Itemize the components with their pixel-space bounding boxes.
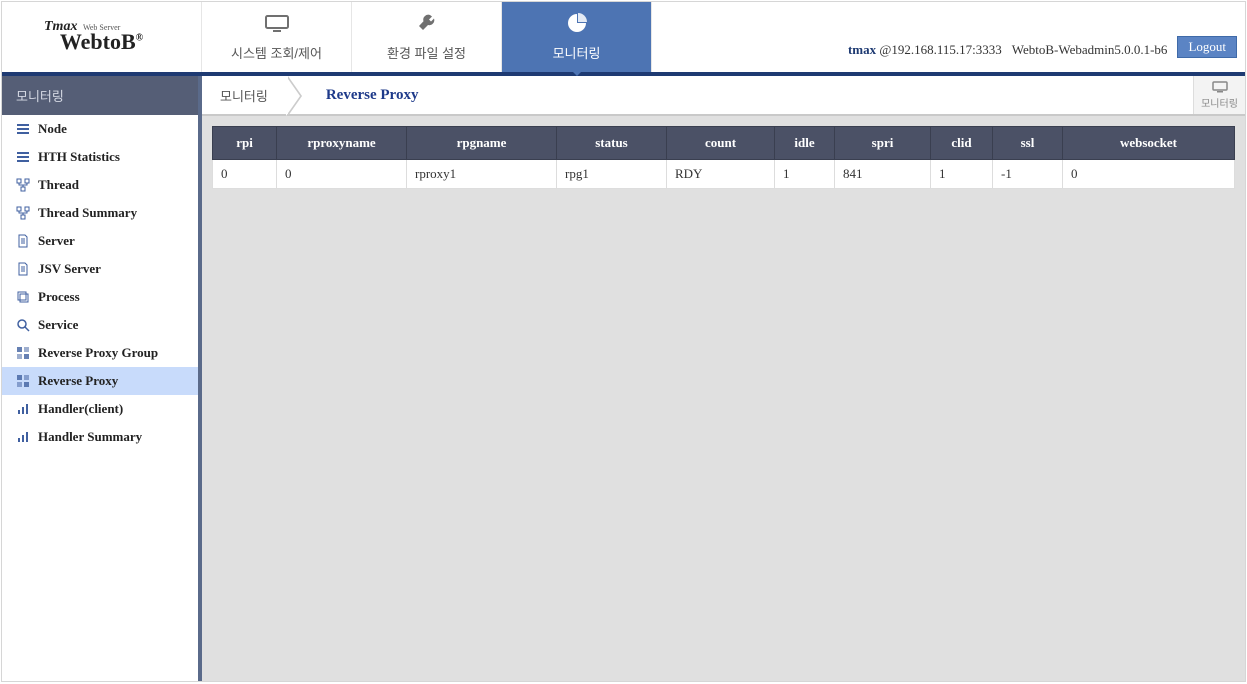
breadcrumb-side-label: 모니터링 <box>1201 95 1238 110</box>
col-rpgname[interactable]: rpgname <box>407 127 557 160</box>
monitor-icon <box>264 14 290 37</box>
sidebar-item-label: Service <box>38 317 78 333</box>
chart-icon <box>16 430 30 444</box>
doc-icon <box>16 262 30 276</box>
sidebar-item-node[interactable]: Node <box>2 115 198 143</box>
doc-icon <box>16 234 30 248</box>
tree-icon <box>16 178 30 192</box>
cell-idle: 1 <box>775 160 835 189</box>
nav-tab-label: 시스템 조회/제어 <box>231 43 322 62</box>
cell-websocket: 0 <box>1063 160 1235 189</box>
sidebar-item-label: Handler Summary <box>38 429 142 445</box>
col-rpi[interactable]: rpi <box>213 127 277 160</box>
cell-clid: 1 <box>931 160 993 189</box>
search-icon <box>16 318 30 332</box>
nav-tab-label: 환경 파일 설정 <box>387 43 466 62</box>
sidebar-item-label: Reverse Proxy <box>38 373 118 389</box>
cell-rpgname: rproxy1 <box>407 160 557 189</box>
module-icon <box>16 374 30 388</box>
module-icon <box>16 346 30 360</box>
main: 모니터링 Reverse Proxy 모니터링 rpirproxynamerpg… <box>202 76 1245 681</box>
wrench-icon <box>416 12 438 37</box>
sidebar: 모니터링 Node HTH Statistics Thread Thread Summ… <box>2 76 202 681</box>
sidebar-item-process[interactable]: Process <box>2 283 198 311</box>
brand-line2: WebtoB <box>60 29 136 54</box>
nav-tab-label: 모니터링 <box>553 43 601 62</box>
breadcrumb: 모니터링 Reverse Proxy <box>202 76 1193 114</box>
header-bar: Tmax Web Server WebtoB® 시스템 조회/제어 환경 파일 설… <box>2 2 1245 76</box>
sidebar-item-label: Handler(client) <box>38 401 123 417</box>
sidebar-item-label: Process <box>38 289 80 305</box>
col-idle[interactable]: idle <box>775 127 835 160</box>
sidebar-item-hth-statistics[interactable]: HTH Statistics <box>2 143 198 171</box>
nav-tab-monitor[interactable]: 모니터링 <box>502 2 652 72</box>
user-info: tmax @192.168.115.17:3333 <box>848 42 1002 58</box>
chart-icon <box>16 402 30 416</box>
breadcrumb-side-button[interactable]: 모니터링 <box>1193 76 1245 114</box>
header-right: tmax @192.168.115.17:3333 WebtoB-Webadmi… <box>652 2 1245 72</box>
col-ssl[interactable]: ssl <box>993 127 1063 160</box>
list-icon <box>16 150 30 164</box>
col-websocket[interactable]: websocket <box>1063 127 1235 160</box>
monitor-icon <box>1212 81 1228 93</box>
cell-status: rpg1 <box>557 160 667 189</box>
col-clid[interactable]: clid <box>931 127 993 160</box>
sidebar-item-handler-client[interactable]: Handler(client) <box>2 395 198 423</box>
list-icon <box>16 122 30 136</box>
sidebar-item-label: Reverse Proxy Group <box>38 345 158 361</box>
brand-registered-icon: ® <box>136 33 143 44</box>
tree-icon <box>16 206 30 220</box>
data-table: rpirproxynamerpgnamestatuscountidlespric… <box>212 126 1235 189</box>
cell-count: RDY <box>667 160 775 189</box>
sidebar-item-reverse-proxy[interactable]: Reverse Proxy <box>2 367 198 395</box>
sidebar-item-label: HTH Statistics <box>38 149 120 165</box>
body: 모니터링 Node HTH Statistics Thread Thread Summ… <box>2 76 1245 681</box>
stack-icon <box>16 290 30 304</box>
col-count[interactable]: count <box>667 127 775 160</box>
app-frame: Tmax Web Server WebtoB® 시스템 조회/제어 환경 파일 설… <box>1 1 1246 682</box>
sidebar-item-label: Node <box>38 121 67 137</box>
cell-rproxyname: 0 <box>277 160 407 189</box>
cell-spri: 841 <box>835 160 931 189</box>
nav-tab-system[interactable]: 시스템 조회/제어 <box>202 2 352 72</box>
content-area: rpirproxynamerpgnamestatuscountidlespric… <box>202 116 1245 681</box>
logout-button[interactable]: Logout <box>1177 36 1237 58</box>
breadcrumb-page: Reverse Proxy <box>302 87 443 104</box>
nav-tab-config[interactable]: 환경 파일 설정 <box>352 2 502 72</box>
sidebar-item-server[interactable]: Server <box>2 227 198 255</box>
user-name: tmax <box>848 42 876 57</box>
sidebar-item-thread[interactable]: Thread <box>2 171 198 199</box>
cell-ssl: -1 <box>993 160 1063 189</box>
user-host: @192.168.115.17:3333 <box>879 42 1001 57</box>
sidebar-item-reverse-proxy-group[interactable]: Reverse Proxy Group <box>2 339 198 367</box>
sidebar-item-label: Thread <box>38 177 79 193</box>
col-status[interactable]: status <box>557 127 667 160</box>
sidebar-item-label: JSV Server <box>38 261 101 277</box>
sidebar-item-handler-summary[interactable]: Handler Summary <box>2 423 198 451</box>
brand-logo: Tmax Web Server WebtoB® <box>2 2 202 72</box>
sidebar-item-label: Thread Summary <box>38 205 137 221</box>
cell-rpi: 0 <box>213 160 277 189</box>
sidebar-item-label: Server <box>38 233 75 249</box>
sidebar-item-service[interactable]: Service <box>2 311 198 339</box>
table-row[interactable]: 00rproxy1rpg1RDY18411-10 <box>213 160 1235 189</box>
breadcrumb-root[interactable]: 모니터링 <box>202 76 286 114</box>
sidebar-item-jsv-server[interactable]: JSV Server <box>2 255 198 283</box>
col-rproxyname[interactable]: rproxyname <box>277 127 407 160</box>
col-spri[interactable]: spri <box>835 127 931 160</box>
app-version: WebtoB-Webadmin5.0.0.1-b6 <box>1012 42 1168 58</box>
breadcrumb-bar: 모니터링 Reverse Proxy 모니터링 <box>202 76 1245 116</box>
pie-icon <box>566 12 588 37</box>
table-header-row: rpirproxynamerpgnamestatuscountidlespric… <box>213 127 1235 160</box>
sidebar-title: 모니터링 <box>2 76 198 115</box>
sidebar-item-thread-summary[interactable]: Thread Summary <box>2 199 198 227</box>
nav-tabs: 시스템 조회/제어 환경 파일 설정 모니터링 <box>202 2 652 72</box>
